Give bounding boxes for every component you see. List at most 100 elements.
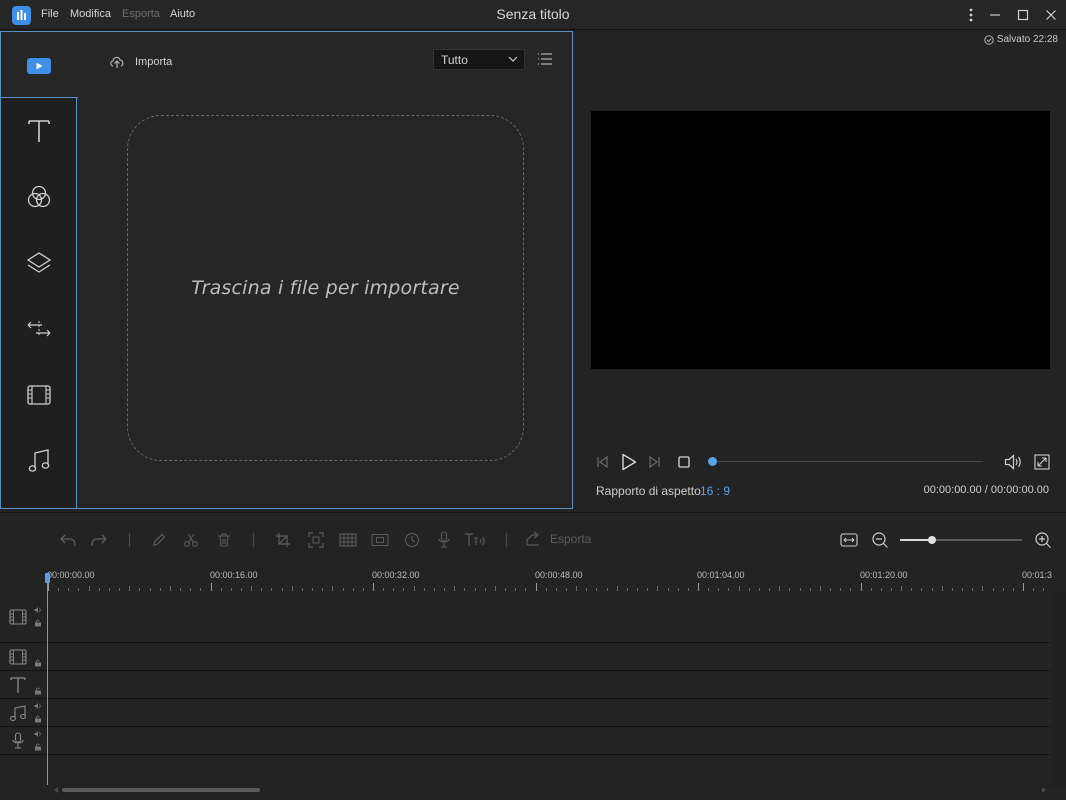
timeline-toolbar: Esporta: [0, 513, 1066, 567]
video-preview-screen[interactable]: [591, 111, 1050, 369]
filter-value: Tutto: [441, 53, 468, 67]
media-panel: Importa Tutto Trascina i file per import…: [0, 31, 573, 509]
track-header: [0, 727, 46, 754]
close-icon: [1046, 10, 1056, 20]
seek-bar-track[interactable]: [717, 461, 983, 462]
ruler-label: 00:01:3: [1022, 570, 1052, 580]
undo-button[interactable]: [57, 530, 79, 550]
cut-button[interactable]: [180, 530, 202, 550]
close-button[interactable]: [1040, 4, 1062, 26]
volume-button[interactable]: [1003, 453, 1023, 471]
volume-icon: [1004, 454, 1021, 470]
text-to-speech-icon: [465, 533, 485, 546]
mosaic-icon: [339, 533, 357, 547]
media-filter-select[interactable]: Tutto: [433, 49, 525, 70]
crop-button[interactable]: [272, 530, 294, 550]
fullscreen-icon: [1034, 454, 1050, 470]
voiceover-button[interactable]: [433, 530, 455, 550]
track-header: [0, 671, 46, 698]
text-track[interactable]: [0, 671, 1050, 699]
nav-transitions[interactable]: [19, 309, 59, 349]
main-video-track[interactable]: [0, 591, 1050, 643]
menu-modifica[interactable]: Modifica: [70, 8, 111, 20]
lock-icon[interactable]: [34, 687, 42, 695]
menu-aiuto[interactable]: Aiuto: [170, 8, 195, 20]
text-icon: [28, 120, 50, 142]
aspect-ratio-value[interactable]: 16 : 9: [700, 484, 730, 498]
fullscreen-button[interactable]: [1032, 453, 1052, 471]
clock-icon: [404, 532, 420, 548]
zoom-area-button[interactable]: [305, 530, 327, 550]
zoom-slider-handle[interactable]: [928, 536, 936, 544]
overlays-icon: [26, 252, 52, 273]
voiceover-track[interactable]: [0, 727, 1050, 755]
music-icon: [28, 449, 50, 472]
zoom-out-button[interactable]: [869, 530, 891, 550]
export-label: Esporta: [550, 532, 592, 546]
overlay-video-track[interactable]: [0, 643, 1050, 671]
lock-icon[interactable]: [34, 659, 42, 667]
track-header: [0, 699, 46, 726]
text-to-speech-button[interactable]: [463, 530, 491, 550]
playhead[interactable]: [47, 575, 48, 785]
horizontal-scrollbar-thumb[interactable]: [62, 788, 260, 792]
fit-timeline-button[interactable]: [838, 530, 860, 550]
nav-overlays[interactable]: [19, 243, 59, 283]
playhead-handle[interactable]: [45, 573, 50, 583]
ruler-label: 00:00:48.00: [535, 570, 583, 580]
freeze-frame-button[interactable]: [369, 530, 391, 550]
music-icon: [8, 703, 28, 723]
music-track[interactable]: [0, 699, 1050, 727]
nav-music[interactable]: [19, 441, 59, 481]
nav-elements[interactable]: [19, 375, 59, 415]
file-drop-zone[interactable]: Trascina i file per importare: [127, 115, 524, 461]
scroll-right-icon[interactable]: [1040, 786, 1048, 794]
lock-icon[interactable]: [34, 619, 42, 627]
speaker-icon[interactable]: [34, 606, 42, 614]
zoom-in-button[interactable]: [1032, 530, 1054, 550]
step-back-icon: [597, 455, 608, 469]
ruler-label: 00:00:00.00: [47, 570, 95, 580]
minimize-icon: [990, 14, 1000, 16]
next-frame-button[interactable]: [647, 453, 663, 471]
import-button[interactable]: Importa: [109, 52, 172, 72]
track-header: [0, 591, 46, 642]
stop-icon: [678, 456, 690, 468]
play-button[interactable]: [619, 453, 639, 471]
nav-media[interactable]: [19, 46, 59, 86]
film-icon: [27, 385, 51, 405]
timeline-tracks: [0, 591, 1052, 771]
seek-bar-handle[interactable]: [708, 457, 717, 466]
mosaic-button[interactable]: [337, 530, 359, 550]
previous-frame-button[interactable]: [594, 453, 610, 471]
ruler-label: 00:00:32.00: [372, 570, 420, 580]
app-logo-icon: [12, 6, 31, 25]
lock-icon[interactable]: [34, 743, 42, 751]
speaker-icon[interactable]: [34, 702, 42, 710]
duration-button[interactable]: [401, 530, 423, 550]
menu-esporta: Esporta: [122, 8, 160, 20]
crop-icon: [276, 533, 290, 547]
timeline-ruler[interactable]: 00:00:00.00 00:00:16.00 00:00:32.00 00:0…: [0, 567, 1052, 591]
list-view-button[interactable]: [537, 52, 553, 66]
nav-filters[interactable]: [19, 177, 59, 217]
menu-file[interactable]: File: [41, 8, 59, 20]
scroll-left-icon[interactable]: [52, 786, 60, 794]
minimize-button[interactable]: [984, 4, 1006, 26]
toolbar-divider: [253, 533, 254, 547]
edit-button[interactable]: [148, 530, 170, 550]
nav-text[interactable]: [19, 111, 59, 151]
time-display: 00:00:00.00 / 00:00:00.00: [923, 484, 1049, 496]
pencil-icon: [153, 533, 166, 546]
vertical-scrollbar[interactable]: [1052, 591, 1066, 787]
speaker-icon[interactable]: [34, 730, 42, 738]
filters-icon: [27, 185, 51, 208]
more-options-button[interactable]: [960, 4, 982, 26]
stop-button[interactable]: [676, 453, 692, 471]
preview-panel: Salvato 22:28 Rapporto di aspetto 16 : 9…: [577, 31, 1066, 509]
redo-button[interactable]: [88, 530, 110, 550]
chevron-down-icon: [508, 56, 518, 62]
maximize-button[interactable]: [1012, 4, 1034, 26]
delete-button[interactable]: [213, 530, 235, 550]
lock-icon[interactable]: [34, 715, 42, 723]
